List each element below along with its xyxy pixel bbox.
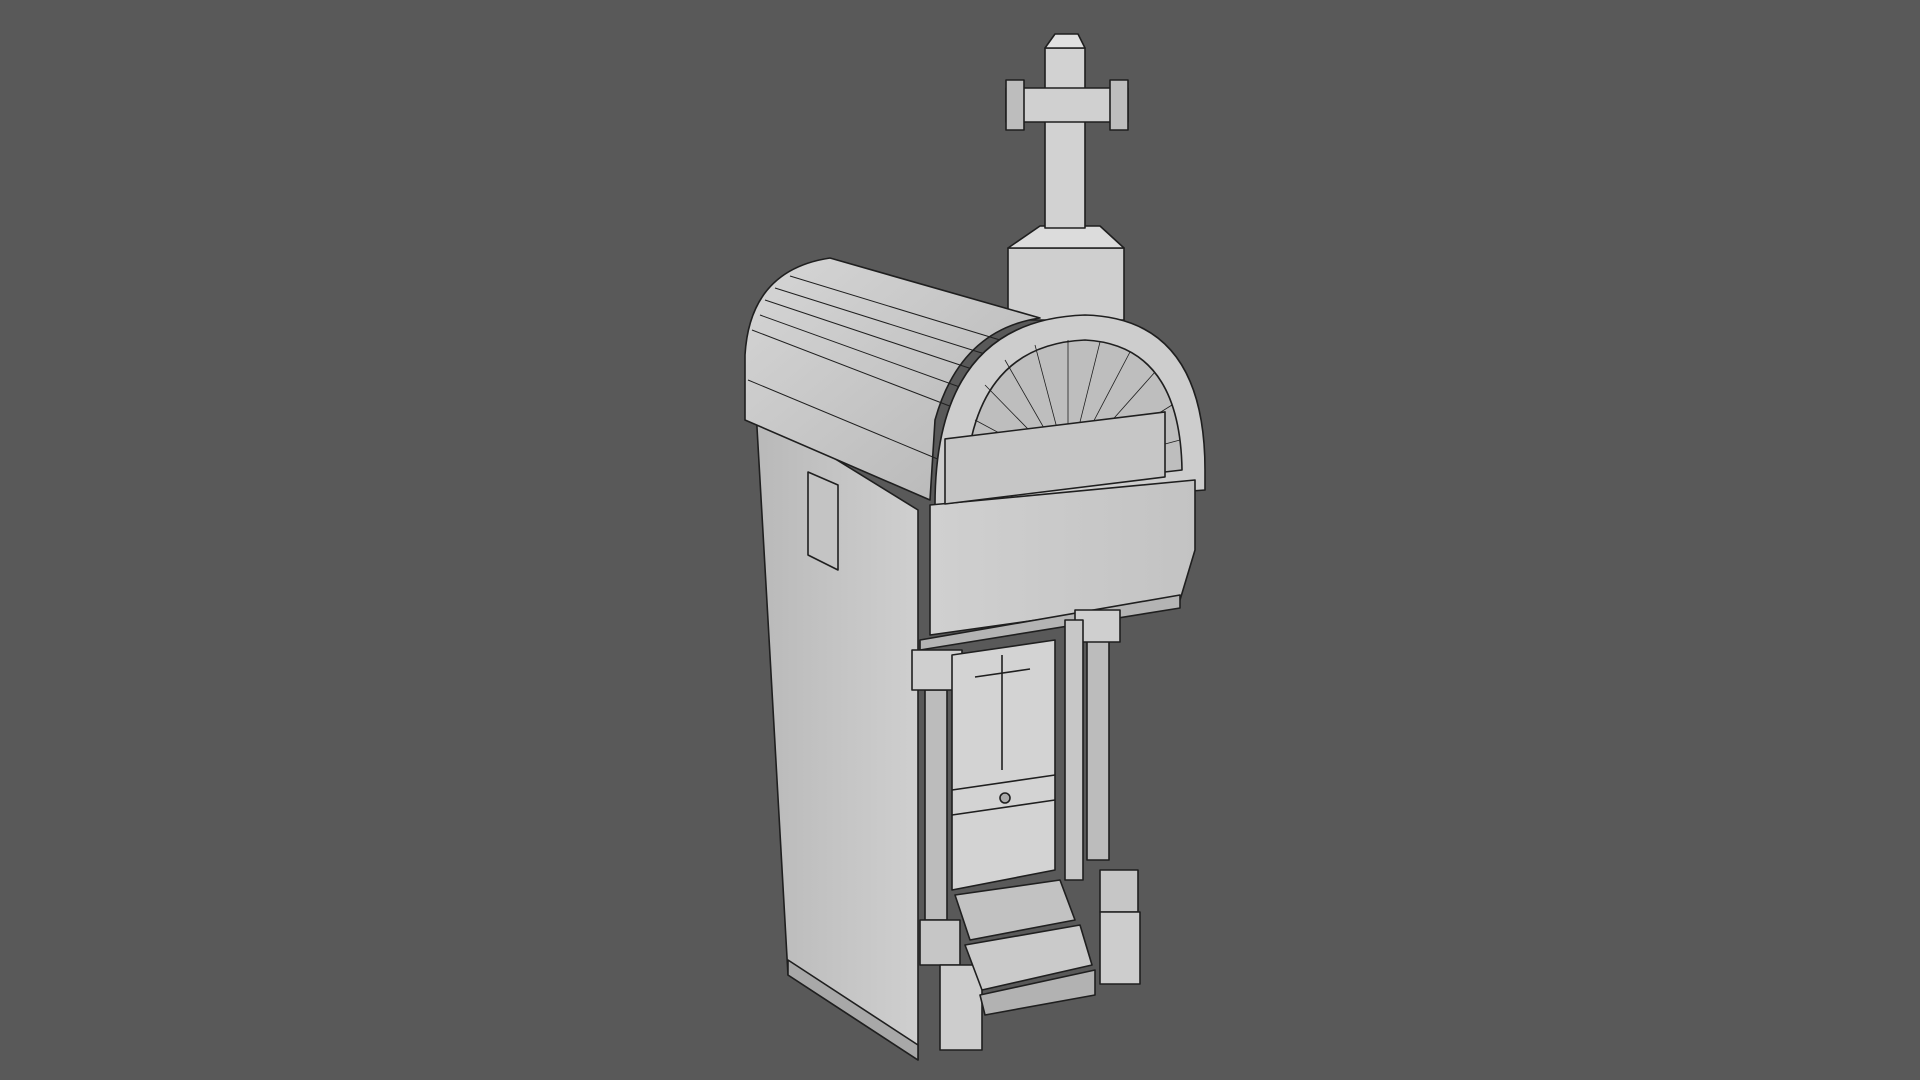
side-plaque xyxy=(807,471,839,571)
left-pillar xyxy=(924,689,948,921)
door xyxy=(951,639,1056,891)
cross-ornament xyxy=(1005,33,1129,321)
right-pillar xyxy=(1086,639,1110,861)
3d-viewport[interactable] xyxy=(0,0,1920,1080)
mausoleum-model xyxy=(744,33,1206,1061)
